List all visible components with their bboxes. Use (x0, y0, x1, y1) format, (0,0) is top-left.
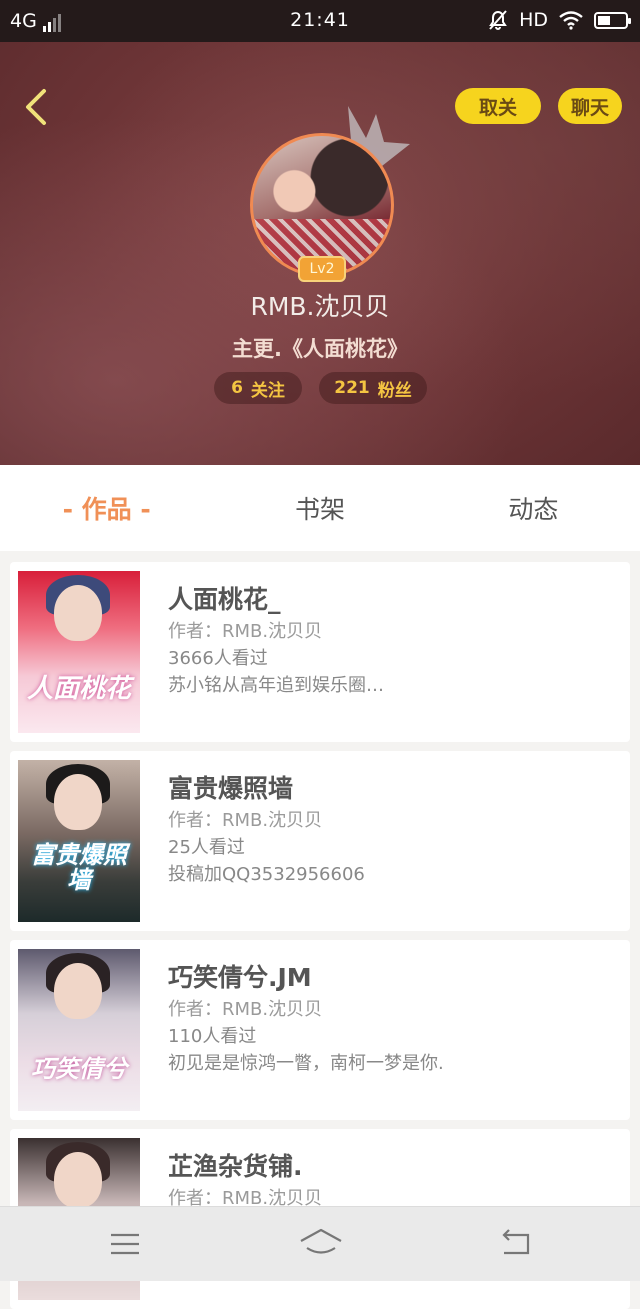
following-label: 关注 (250, 380, 285, 401)
book-title: 芷渔杂货铺. (168, 1152, 303, 1181)
tab-activity[interactable]: 动态 (427, 465, 640, 551)
book-description: 初见是是惊鸿一瞥，南柯一梦是你. (168, 1053, 444, 1074)
book-views: 25人看过 (168, 837, 245, 858)
system-nav-bar (0, 1206, 640, 1281)
cover-title: 人面桃花 (26, 673, 131, 704)
unfollow-button[interactable]: 取关 (455, 88, 541, 124)
book-views: 3666人看过 (168, 648, 268, 669)
return-icon (502, 1229, 530, 1255)
cover-title: 巧笑倩兮 (31, 1053, 127, 1083)
profile-tabs: - 作品 - 书架 动态 (0, 465, 640, 551)
book-card[interactable]: 人面桃花 人面桃花_ 作者：RMB.沈贝贝 3666人看过 苏小铭从高年追到娱乐… (10, 562, 630, 742)
hd-label: HD (519, 9, 548, 31)
book-cover: 人面桃花 (18, 571, 140, 733)
following-count: 6 (231, 378, 243, 398)
book-cover: 巧笑倩兮 (18, 949, 140, 1111)
wifi-icon (559, 11, 583, 30)
fans-stat[interactable]: 221 粉丝 (319, 372, 427, 404)
fans-count: 221 (334, 378, 370, 398)
chat-button[interactable]: 聊天 (558, 88, 622, 124)
book-description: 投稿加QQ3532956606 (168, 864, 365, 885)
nickname: RMB.沈贝贝 (250, 292, 390, 321)
back-icon (26, 89, 46, 125)
book-card[interactable]: 巧笑倩兮 巧笑倩兮.JM 作者：RMB.沈贝贝 110人看过 初见是是惊鸿一瞥，… (10, 940, 630, 1120)
mute-icon (489, 10, 507, 30)
tab-bookshelf[interactable]: 书架 (213, 465, 426, 551)
book-title: 富贵爆照墙 (168, 774, 294, 803)
level-badge: Lv2 (298, 256, 346, 282)
book-card[interactable]: 富贵爆照墙 富贵爆照墙 作者：RMB.沈贝贝 25人看过 投稿加QQ353295… (10, 751, 630, 931)
cover-title: 富贵爆照墙 (31, 839, 127, 894)
book-views: 110人看过 (168, 1026, 257, 1047)
book-author: 作者：RMB.沈贝贝 (168, 999, 323, 1020)
menu-button[interactable] (105, 1227, 145, 1261)
fans-label: 粉丝 (377, 380, 412, 401)
menu-icon (111, 1233, 139, 1255)
home-icon (300, 1228, 342, 1254)
back-button[interactable] (20, 87, 60, 127)
book-cover: 富贵爆照墙 (18, 760, 140, 922)
home-button[interactable] (298, 1227, 344, 1261)
status-bar: 4G 21:41 HD (0, 0, 640, 42)
following-stat[interactable]: 6 关注 (214, 372, 302, 404)
return-button[interactable] (496, 1227, 536, 1261)
book-description: 苏小铭从高年追到娱乐圈… (168, 675, 384, 696)
book-author: 作者：RMB.沈贝贝 (168, 810, 323, 831)
profile-subtitle: 主更.《人面桃花》 (232, 337, 408, 361)
book-author: 作者：RMB.沈贝贝 (168, 621, 323, 642)
book-title: 巧笑倩兮.JM (168, 963, 312, 992)
battery-icon (594, 11, 631, 29)
book-title: 人面桃花_ (168, 585, 281, 614)
profile-header: 取关 聊天 Lv2 RMB.沈贝贝 主更.《人面桃花》 6 关注 221 粉丝 (0, 42, 640, 465)
tab-works[interactable]: - 作品 - (0, 465, 213, 551)
